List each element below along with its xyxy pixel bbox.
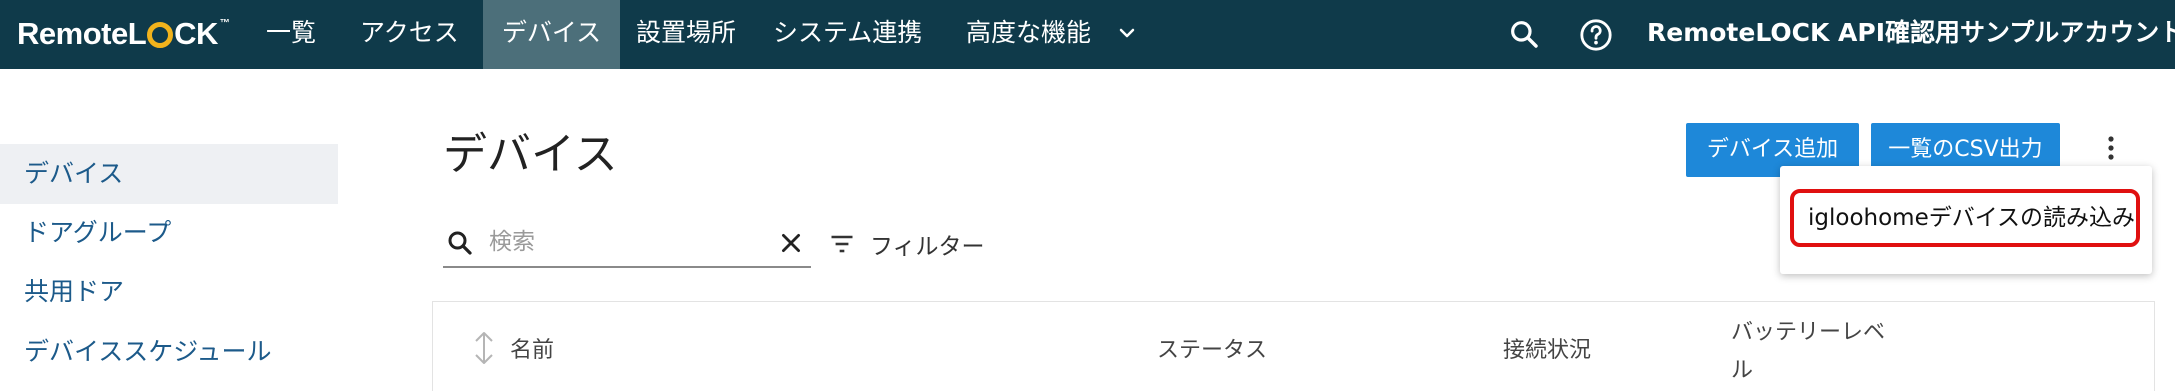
filter-icon: [831, 235, 853, 253]
nav-item-access[interactable]: アクセス: [360, 0, 459, 69]
nav-item-locations[interactable]: 設置場所: [636, 0, 736, 69]
top-navigation-bar: Remote L CK ™ 一覧 アクセス デバイス 設置場所 システム連携 高度な機…: [0, 0, 2175, 69]
more-actions-menu: igloohomeデバイスの読み込み: [1780, 166, 2152, 274]
kebab-vertical-icon[interactable]: [2101, 133, 2121, 165]
search-icon[interactable]: [1508, 18, 1540, 50]
sidebar-item-shared-doors[interactable]: 共用ドア: [0, 262, 338, 322]
column-header-connection: 接続状況: [1503, 338, 1592, 363]
remotelock-logo[interactable]: Remote L CK ™: [17, 12, 230, 56]
nav-item-advanced[interactable]: 高度な機能: [966, 0, 1091, 69]
menu-item-import-igloohome[interactable]: igloohomeデバイスの読み込み: [1790, 189, 2140, 247]
column-header-battery-line2: ル: [1731, 358, 1754, 383]
sidebar-item-device-schedules[interactable]: デバイススケジュール: [0, 322, 338, 382]
nav-item-devices[interactable]: デバイス: [483, 0, 620, 69]
filter-label: フィルター: [870, 234, 985, 260]
search-input[interactable]: [487, 224, 751, 260]
filter-button[interactable]: フィルター: [828, 224, 985, 264]
search-field: [443, 218, 811, 268]
search-icon: [448, 231, 472, 255]
sidebar-item-door-groups[interactable]: ドアグループ: [0, 203, 338, 263]
column-header-name[interactable]: 名前: [510, 332, 554, 364]
logo-lock-icon: [147, 22, 174, 48]
chevron-down-icon[interactable]: [1115, 21, 1139, 45]
sidebar-item-devices[interactable]: デバイス: [0, 144, 338, 204]
account-name[interactable]: RemoteLOCK API確認用サンプルアカウント: [1647, 0, 2175, 69]
column-header-battery-line1: バッテリーレベ: [1731, 320, 1886, 345]
sort-icon[interactable]: [473, 331, 495, 365]
close-icon[interactable]: [778, 230, 804, 256]
help-circle-icon[interactable]: [1579, 18, 1613, 52]
column-header-status: ステータス: [1157, 338, 1268, 363]
nav-item-integrations[interactable]: システム連携: [773, 0, 922, 69]
page-title: デバイス: [443, 129, 618, 180]
nav-item-overview[interactable]: 一覧: [266, 0, 316, 69]
devices-table: 名前 ステータス 接続状況 バッテリーレベ ル: [432, 301, 2155, 391]
